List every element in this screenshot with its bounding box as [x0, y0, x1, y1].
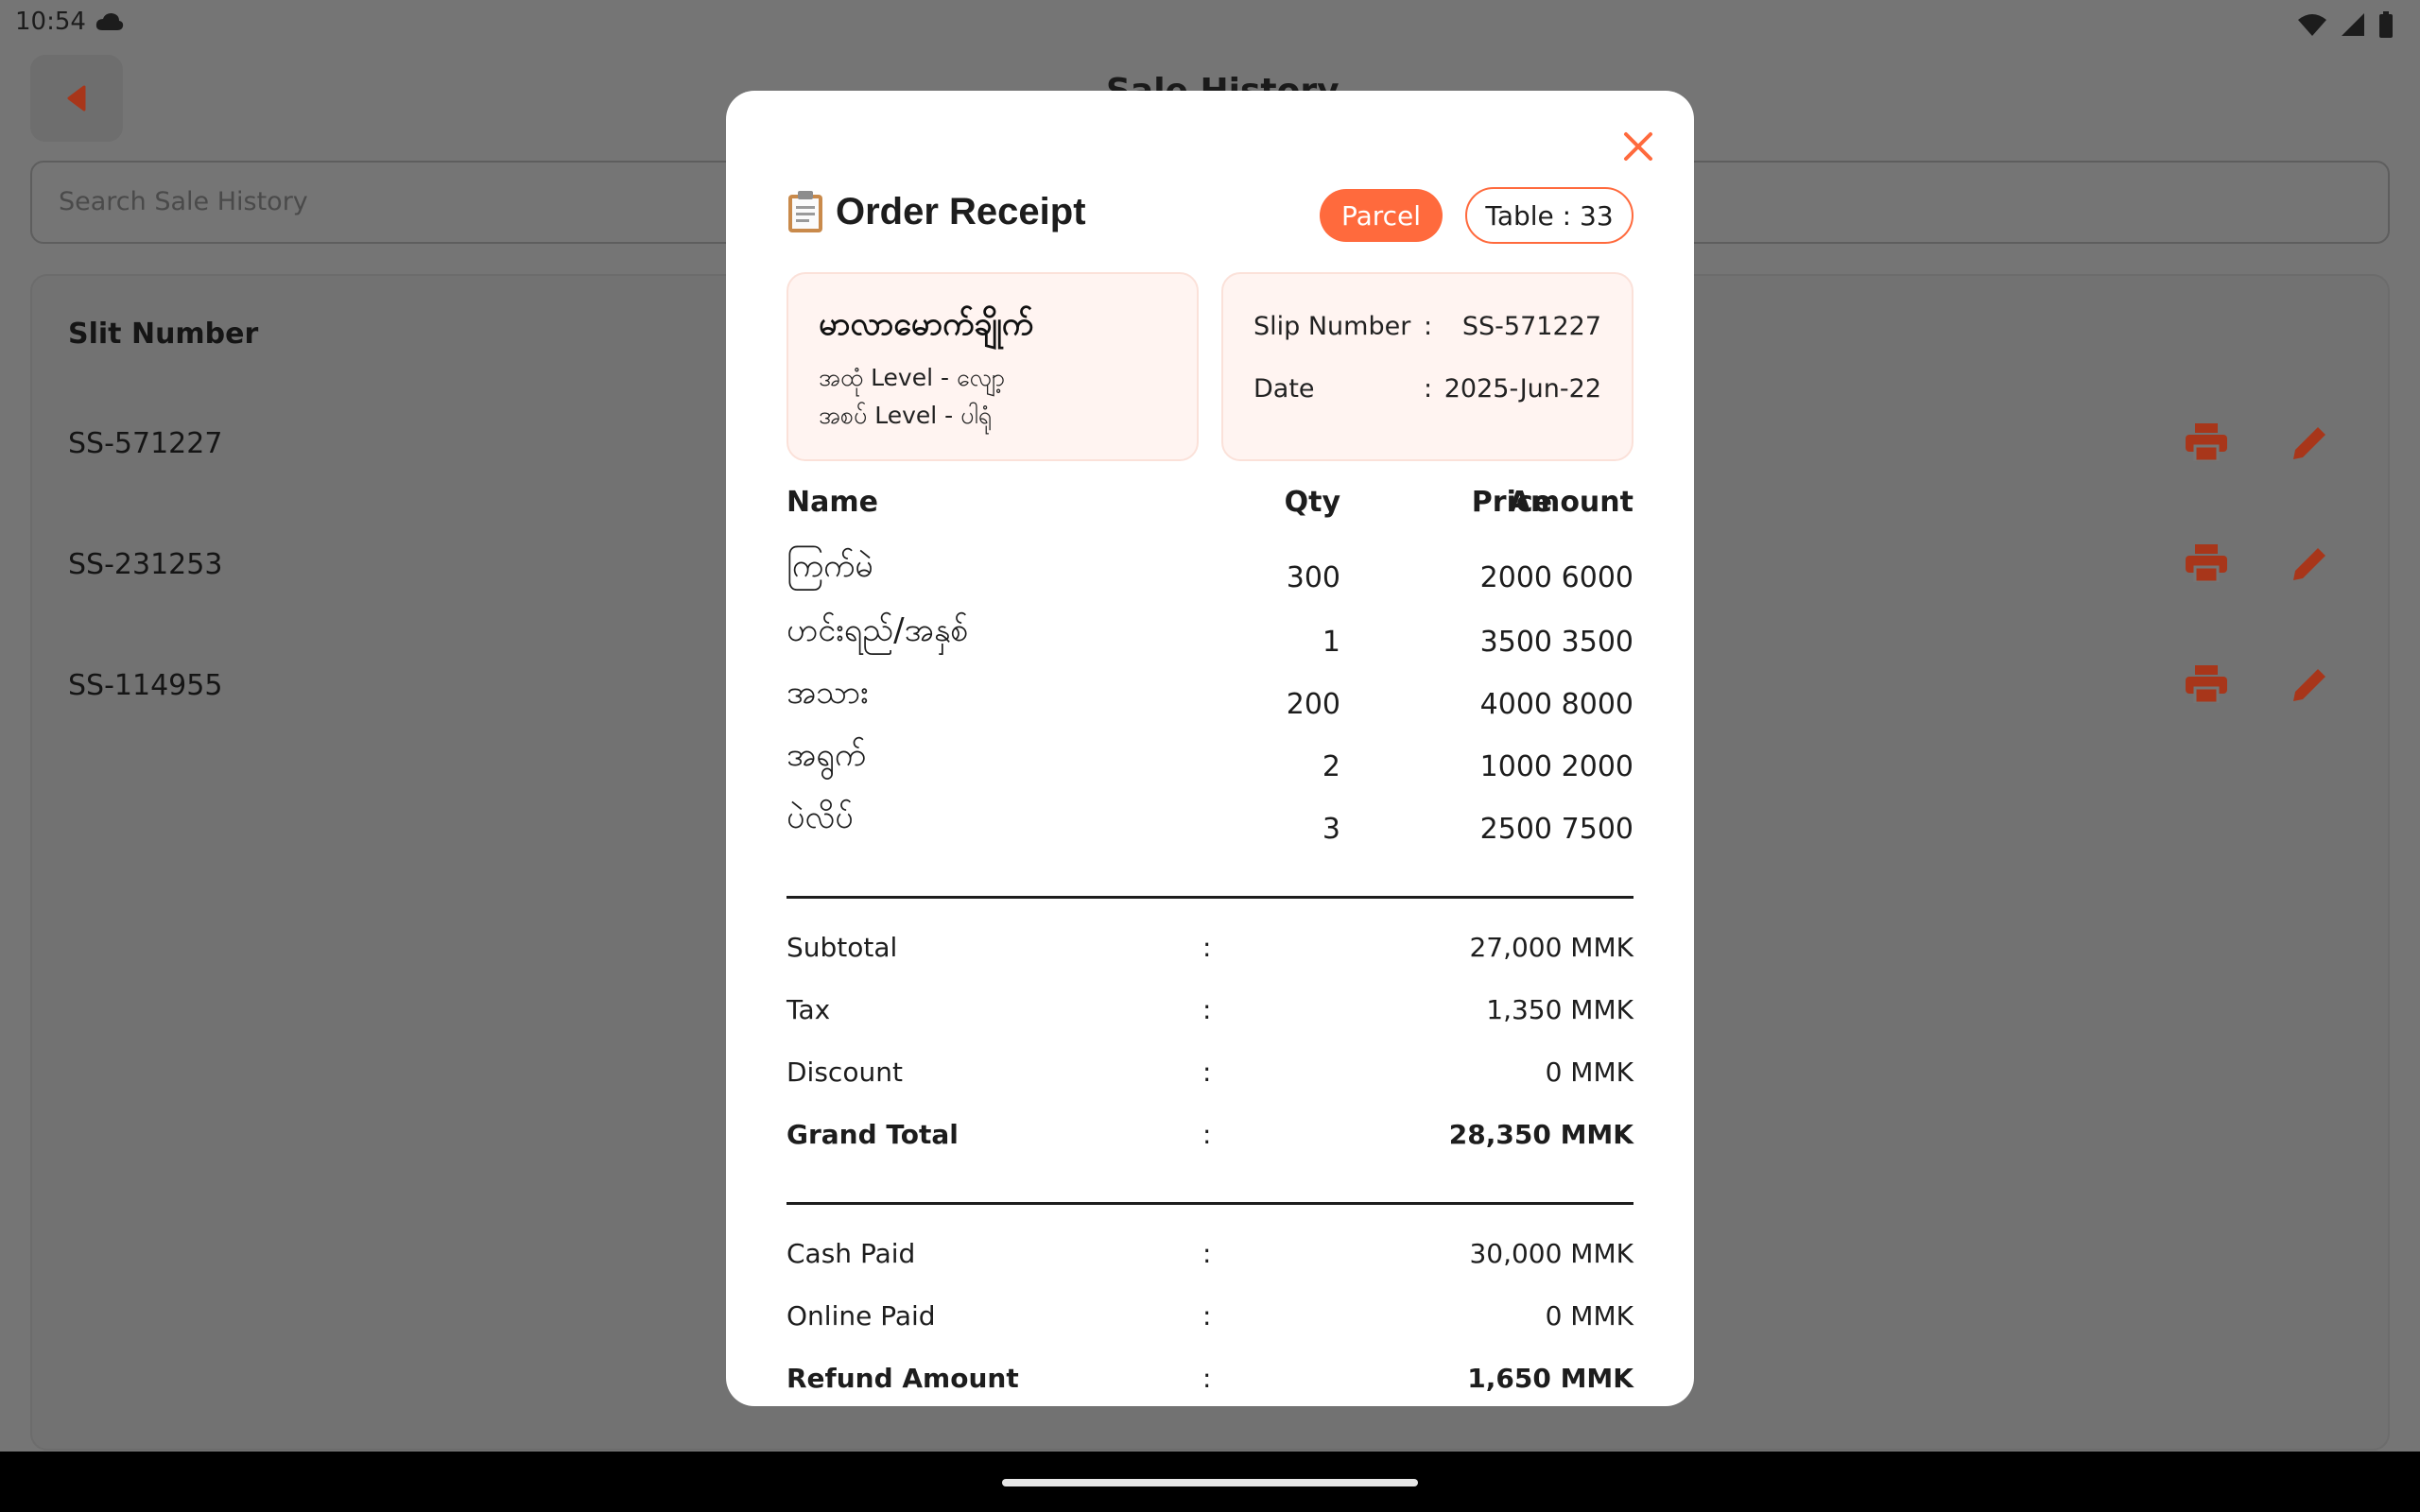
column-header-qty: Qty — [1284, 486, 1340, 519]
edit-icon[interactable] — [2291, 665, 2329, 703]
item-amount: 6000 — [1561, 561, 1634, 594]
slip-info-card: Slip Number : SS-571227 Date : 2025-Jun-… — [1221, 272, 1634, 461]
wifi-icon — [2298, 14, 2326, 36]
list-item[interactable]: SS-571227 — [68, 427, 222, 460]
close-button[interactable] — [1611, 119, 1666, 174]
print-icon[interactable] — [2186, 423, 2227, 461]
list-item[interactable]: SS-114955 — [68, 669, 222, 702]
order-receipt-dialog: Order Receipt Parcel Table : 33 မာလာမောက… — [726, 91, 1694, 1406]
item-amount: 2000 — [1561, 750, 1634, 783]
item-name: ကြက်မဲ — [786, 547, 873, 585]
colon: : — [1424, 374, 1433, 404]
dialog-title-text: Order Receipt — [836, 190, 1086, 232]
item-name: ဟင်းရည်/အနှစ် — [786, 611, 969, 649]
item-qty: 300 — [1286, 561, 1340, 594]
date-value: 2025-Jun-22 — [1443, 374, 1601, 404]
grand-total-label: Grand Total — [786, 1119, 959, 1150]
item-name: ပဲလိပ် — [786, 799, 854, 836]
refund-amount-value: 1,650 MMK — [1467, 1363, 1634, 1394]
shop-detail-line: အစပ် Level - ပါရုံ — [819, 402, 993, 429]
refund-amount-label: Refund Amount — [786, 1363, 1019, 1394]
cloud-icon — [95, 13, 124, 30]
close-icon — [1624, 132, 1652, 161]
colon: : — [1424, 312, 1433, 341]
colon: : — [1202, 1238, 1212, 1269]
colon: : — [1202, 1363, 1212, 1394]
item-amount: 8000 — [1561, 688, 1634, 721]
grand-total-value: 28,350 MMK — [1448, 1119, 1634, 1150]
back-arrow-icon — [67, 85, 86, 112]
divider — [786, 896, 1634, 899]
colon: : — [1202, 994, 1212, 1025]
online-paid-label: Online Paid — [786, 1300, 936, 1332]
battery-icon — [2379, 11, 2393, 38]
slip-number-value: SS-571227 — [1461, 312, 1601, 341]
colon: : — [1202, 1300, 1212, 1332]
shop-name: မာလာမောက်ချိုက် — [819, 305, 1034, 343]
shop-detail-line: အထုံ Level - လျော့ — [819, 364, 1006, 391]
tax-value: 1,350 MMK — [1486, 994, 1634, 1025]
item-qty: 200 — [1286, 688, 1340, 721]
colon: : — [1202, 1057, 1212, 1088]
item-amount: 3500 — [1561, 626, 1634, 659]
item-amount: 7500 — [1561, 813, 1634, 846]
online-paid-value: 0 MMK — [1545, 1300, 1634, 1332]
back-button[interactable] — [30, 55, 123, 142]
cash-paid-value: 30,000 MMK — [1469, 1238, 1634, 1269]
shop-info-card: မာလာမောက်ချိုက် အထုံ Level - လျော့ အစပ် … — [786, 272, 1199, 461]
status-time: 10:54 — [15, 8, 86, 36]
search-placeholder: Search Sale History — [59, 187, 308, 216]
colon: : — [1202, 1119, 1212, 1150]
list-item[interactable]: SS-231253 — [68, 548, 222, 581]
subtotal-label: Subtotal — [786, 932, 898, 963]
edit-icon[interactable] — [2291, 423, 2329, 461]
item-qty: 3 — [1322, 813, 1340, 846]
tax-label: Tax — [786, 994, 831, 1025]
item-qty: 1 — [1322, 626, 1340, 659]
order-type-badge: Parcel — [1320, 189, 1443, 242]
discount-value: 0 MMK — [1545, 1057, 1634, 1088]
column-header-name: Name — [786, 486, 878, 519]
discount-label: Discount — [786, 1057, 903, 1088]
clipboard-icon — [788, 191, 822, 232]
status-bar: 10:54 — [0, 0, 2420, 47]
subtotal-value: 27,000 MMK — [1469, 932, 1634, 963]
cash-paid-label: Cash Paid — [786, 1238, 916, 1269]
divider — [786, 1202, 1634, 1205]
item-name: အသား — [786, 674, 869, 712]
table-number-badge: Table : 33 — [1465, 187, 1634, 244]
signal-icon — [2342, 13, 2364, 36]
print-icon[interactable] — [2186, 544, 2227, 582]
item-qty: 2 — [1322, 750, 1340, 783]
date-label: Date — [1253, 374, 1315, 404]
colon: : — [1202, 932, 1212, 963]
edit-icon[interactable] — [2291, 544, 2329, 582]
column-header-amount: Amount — [1508, 486, 1634, 519]
print-icon[interactable] — [2186, 665, 2227, 703]
item-name: အရွက် — [786, 736, 867, 774]
list-header: Slit Number — [68, 318, 259, 351]
home-gesture-handle[interactable] — [1002, 1479, 1418, 1486]
slip-number-label: Slip Number — [1253, 312, 1411, 341]
dialog-title: Order Receipt — [786, 189, 1086, 234]
